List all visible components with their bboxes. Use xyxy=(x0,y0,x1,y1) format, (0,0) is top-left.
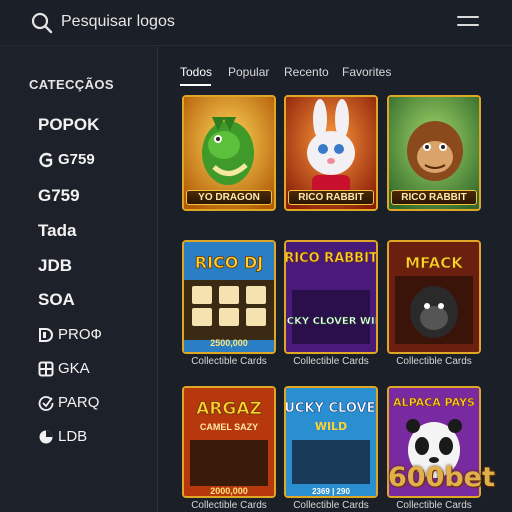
g-logo-icon xyxy=(39,152,53,167)
card-caption: Collectible Cards xyxy=(293,500,369,511)
active-tab-indicator xyxy=(180,84,211,86)
grid-logo-icon xyxy=(38,361,54,376)
sidebar-item-ldb[interactable]: LDB xyxy=(38,428,87,445)
card-caption: Collectible Cards xyxy=(191,356,267,367)
card-game-subtitle: LUCKY CLOVER WILD xyxy=(286,316,376,327)
tab-label: Todos xyxy=(180,65,213,79)
game-title-banner: RICO RABBIT xyxy=(391,190,477,205)
sidebar-item-label: G759 xyxy=(38,186,80,205)
card-game-title: ALPACA PAYS xyxy=(393,396,475,409)
game-title-banner: RICO RABBIT xyxy=(288,190,374,205)
sidebar-item-gka[interactable]: GKA xyxy=(38,360,90,377)
sidebar-item-label: GKA xyxy=(58,360,90,377)
pie-logo-icon xyxy=(39,430,53,443)
sidebar-item-label: Tada xyxy=(38,221,77,240)
sidebar-item-parq[interactable]: PARQ xyxy=(38,394,99,411)
tab-label: Recento xyxy=(284,65,329,79)
sidebar-item-label: PROФ xyxy=(58,326,102,343)
card-game-subtitle: CAMEL SAZY xyxy=(200,422,258,432)
game-title-banner: YO DRAGON xyxy=(186,190,272,205)
sidebar-item-label: SOA xyxy=(38,290,75,309)
tab-label: Popular xyxy=(228,65,270,79)
sidebar-item-label: PARQ xyxy=(58,394,100,411)
card-game-subtitle: WILD xyxy=(315,420,347,433)
search-icon[interactable] xyxy=(30,11,54,35)
d-logo-icon xyxy=(39,327,53,342)
card-game-title: RICO RABBIT xyxy=(286,251,376,266)
sidebar-item-label: G759 xyxy=(58,151,95,168)
tab-favorites[interactable]: Favorites xyxy=(342,65,391,79)
sidebar-item-label: LDB xyxy=(58,428,88,445)
sidebar-item-g759[interactable]: G759 xyxy=(38,186,80,206)
game-thumbnail: LUCKY CLOVER WILD 2369 | 290 xyxy=(284,386,378,498)
card-caption: Collectible Cards xyxy=(191,500,267,511)
sidebar-item-popok[interactable]: POPOK xyxy=(38,115,99,135)
card-game-title: RICO DJ xyxy=(195,253,263,272)
game-thumbnail: RICO DJ 2500,000 xyxy=(182,240,276,354)
tab-recento[interactable]: Recento xyxy=(284,65,329,79)
check-circle-icon xyxy=(38,395,54,411)
hamburger-menu-icon[interactable] xyxy=(457,16,479,28)
card-game-title: MFACK xyxy=(405,254,464,272)
category-sidebar: CATECÇÃOS POPOK G759 G759 Tada JDB SOA P… xyxy=(0,47,158,512)
sidebar-item-prof[interactable]: PROФ xyxy=(38,326,102,343)
game-thumbnail: MFACK xyxy=(387,240,481,354)
game-thumbnail: YO DRAGON xyxy=(182,95,276,211)
sidebar-item-label: POPOK xyxy=(38,115,100,134)
game-thumbnail: RICO RABBIT xyxy=(284,95,378,211)
game-thumbnail: RICO RABBIT LUCKY CLOVER WILD xyxy=(284,240,378,354)
sidebar-item-tada[interactable]: Tada xyxy=(38,221,76,241)
tab-label: Favorites xyxy=(342,65,392,79)
card-amount: 2500,000 xyxy=(210,338,248,348)
search-input[interactable]: Pesquisar logos xyxy=(61,13,175,31)
sidebar-item-jdb[interactable]: JDB xyxy=(38,256,72,276)
top-bar: Pesquisar logos xyxy=(0,0,512,46)
tab-popular[interactable]: Popular xyxy=(228,65,269,79)
card-caption: Collectible Cards xyxy=(396,500,472,511)
brand-watermark: 600bet xyxy=(388,462,495,493)
card-amount: 2000,000 xyxy=(210,486,248,496)
sidebar-item-soa[interactable]: SOA xyxy=(38,290,75,310)
card-caption: Collectible Cards xyxy=(293,356,369,367)
card-caption: Collectible Cards xyxy=(396,356,472,367)
game-thumbnail: ARGAZ CAMEL SAZY 2000,000 xyxy=(182,386,276,498)
game-thumbnail: RICO RABBIT xyxy=(387,95,481,211)
card-game-title: LUCKY CLOVER xyxy=(286,401,376,416)
sidebar-item-g759-logo[interactable]: G759 xyxy=(38,151,95,168)
sidebar-title: CATECÇÃOS xyxy=(29,77,114,92)
card-game-title: ARGAZ xyxy=(196,399,262,419)
sidebar-item-label: JDB xyxy=(38,256,73,275)
tab-todos[interactable]: Todos xyxy=(180,65,213,86)
card-amount: 2369 | 290 xyxy=(312,487,350,496)
